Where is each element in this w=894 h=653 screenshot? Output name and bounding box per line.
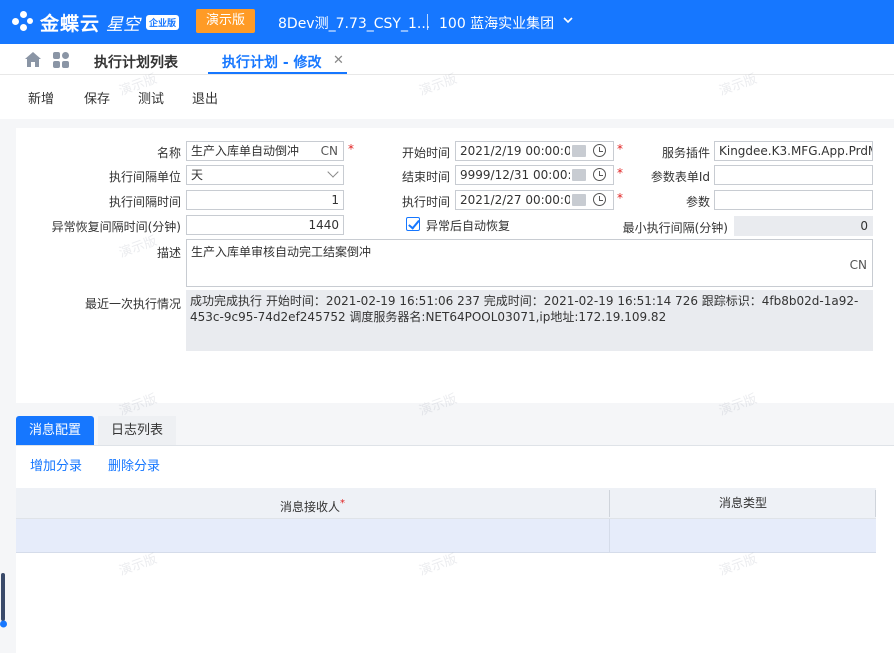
min-interval-value: 0 [860,219,868,233]
end-time-label: 结束时间 [401,170,450,184]
last-run-label: 最近一次执行情况 [84,297,181,311]
interval-unit-value: 天 [191,168,204,182]
organization-name[interactable]: 100 蓝海实业集团 [439,13,554,33]
description-language-code[interactable]: CN [850,258,867,272]
tab-log-list[interactable]: 日志列表 [98,416,177,445]
required-mark: * [340,498,345,509]
end-time-value: 9999/12/31 00:00:00 [460,168,570,182]
last-run-info: 成功完成执行 开始时间：2021-02-19 16:51:06 237 完成时间… [186,290,873,351]
retry-interval-label: 异常恢复间隔时间(分钟) [51,220,181,234]
name-field[interactable]: 生产入库单自动倒冲 CN [186,141,344,161]
column-receiver-label: 消息接收人 [279,500,340,514]
description-value: 生产入库单审核自动完工结案倒冲 [191,245,372,259]
home-icon[interactable] [24,51,42,68]
name-label: 名称 [156,146,181,160]
retry-interval-field[interactable]: 1440 [186,215,344,235]
param-form-label: 参数表单Id [650,170,710,184]
top-bar: 金蝶云 星空 企业版 演示版 8Dev测_7.73_CSY_1... 100 蓝… [0,0,894,44]
name-value: 生产入库单自动倒冲 [191,144,300,158]
exec-time-label: 执行时间 [401,195,450,209]
interval-time-value: 1 [331,193,339,207]
exec-time-value: 2021/2/27 00:00:00 [460,193,570,207]
table-row[interactable] [16,519,876,553]
new-button[interactable]: 新增 [28,88,54,107]
interval-unit-label: 执行间隔单位 [108,170,181,184]
retry-interval-value: 1440 [308,218,339,232]
brand-name: 金蝶云 [40,12,101,35]
column-divider[interactable] [875,490,876,517]
start-time-label: 开始时间 [401,146,450,160]
interval-unit-select[interactable]: 天 [186,165,344,185]
column-header-receiver[interactable]: 消息接收人* [16,488,609,519]
tab-plan-edit[interactable]: 执行计划 - 修改 [222,52,322,72]
required-mark: * [348,142,354,156]
apps-icon[interactable] [53,52,70,69]
entry-actions-bar: 增加分录 删除分录 [16,446,894,480]
save-button[interactable]: 保存 [84,88,110,107]
auto-recover-label[interactable]: 异常后自动恢复 [426,217,510,234]
brand-sub: 星空 [106,14,141,35]
demo-button[interactable]: 演示版 [196,9,255,33]
logo-icon [12,11,34,33]
interval-time-field[interactable]: 1 [186,190,344,210]
param-form-field[interactable] [714,165,873,185]
clock-icon[interactable] [593,193,606,206]
plan-form: 名称 执行间隔单位 执行间隔时间 异常恢复间隔时间(分钟) 生产入库单自动倒冲 … [16,128,894,403]
plugin-value: Kingdee.K3.MFG.App.PrdM [719,144,873,158]
name-language-code[interactable]: CN [321,142,338,160]
calendar-icon[interactable] [572,169,586,181]
params-field[interactable] [714,190,873,210]
end-time-field[interactable]: 9999/12/31 00:00:00 [455,165,614,185]
detail-tab-bar: 消息配置 日志列表 [16,416,894,446]
grid-header: 消息接收人* 消息类型 [16,488,876,519]
description-label: 描述 [156,246,181,260]
database-name[interactable]: 8Dev测_7.73_CSY_1... [278,13,430,33]
calendar-icon[interactable] [572,194,586,206]
test-button[interactable]: 测试 [138,88,164,107]
interval-time-label: 执行间隔时间 [108,195,181,209]
cell-divider [609,519,610,553]
min-interval-label: 最小执行间隔(分钟) [622,221,728,235]
clock-icon[interactable] [593,168,606,181]
start-time-field[interactable]: 2021/2/19 00:00:00 [455,141,614,161]
calendar-icon[interactable] [572,145,586,157]
plugin-label: 服务插件 [661,146,710,160]
edition-badge: 企业版 [146,14,180,30]
plugin-field[interactable]: Kingdee.K3.MFG.App.PrdM [714,141,873,161]
page-tab-bar: 执行计划列表 执行计划 - 修改 ✕ [0,44,894,75]
active-tab-indicator [208,72,347,74]
params-label: 参数 [685,195,710,209]
tab-plan-list[interactable]: 执行计划列表 [94,52,178,72]
header-divider [427,14,428,30]
side-handle-icon[interactable] [0,573,7,629]
chevron-down-icon[interactable] [327,166,339,178]
message-grid: 消息接收人* 消息类型 [16,480,894,653]
exec-time-field[interactable]: 2021/2/27 00:00:00 [455,190,614,210]
toolbar: 新增 保存 测试 退出 [0,75,894,119]
min-interval-field: 0 [734,216,873,236]
column-header-type[interactable]: 消息类型 [610,488,876,519]
clock-icon[interactable] [593,144,606,157]
close-icon[interactable]: ✕ [333,53,344,68]
chevron-down-icon[interactable] [562,14,574,29]
description-field[interactable]: 生产入库单审核自动完工结案倒冲 CN [186,239,873,287]
delete-entry-button[interactable]: 删除分录 [108,455,160,474]
add-entry-button[interactable]: 增加分录 [30,455,82,474]
start-time-value: 2021/2/19 00:00:00 [460,144,570,158]
tab-message-config[interactable]: 消息配置 [16,416,95,445]
logo[interactable]: 金蝶云 星空 企业版 [12,8,180,36]
auto-recover-checkbox[interactable] [406,217,420,231]
exit-button[interactable]: 退出 [192,88,218,107]
